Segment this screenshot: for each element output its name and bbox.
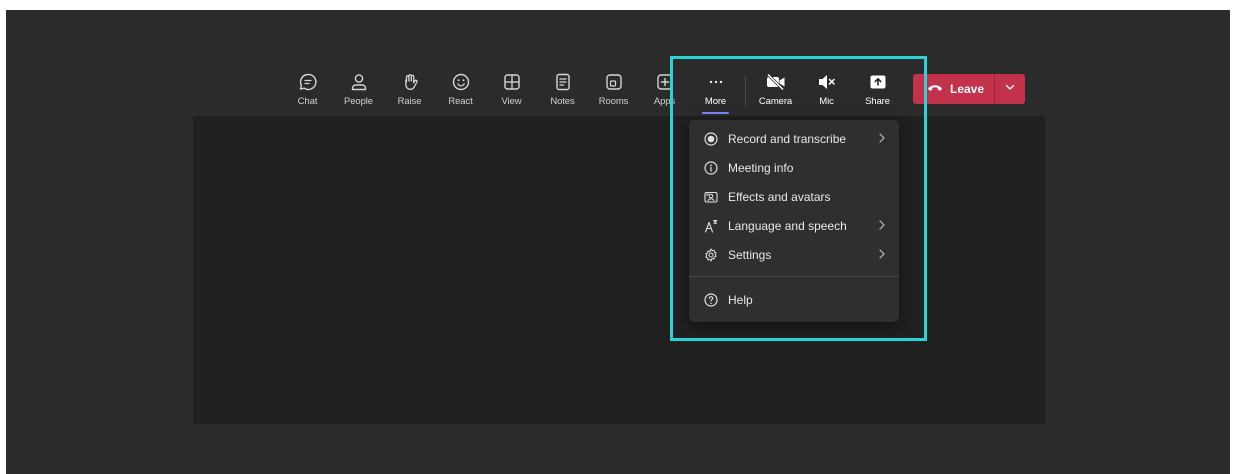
more-button[interactable]: More: [690, 68, 741, 114]
mic-label: Mic: [819, 96, 834, 107]
language-icon: [703, 218, 719, 234]
more-icon: [705, 71, 727, 93]
leave-button-group: Leave: [913, 74, 1026, 104]
menu-item-label: Settings: [728, 247, 772, 262]
meeting-toolbar: Chat People Raise React View Notes Rooms…: [282, 68, 903, 116]
menu-item-meeting-info[interactable]: Meeting info: [689, 153, 899, 182]
menu-item-label: Record and transcribe: [728, 131, 847, 146]
react-label: React: [448, 96, 473, 107]
view-button[interactable]: View: [486, 68, 537, 114]
menu-item-label: Meeting info: [728, 160, 794, 175]
chat-label: Chat: [297, 96, 318, 107]
share-label: Share: [865, 96, 890, 107]
camera-label: Camera: [758, 96, 793, 107]
leave-button[interactable]: Leave: [913, 74, 995, 104]
record-icon: [703, 131, 719, 147]
people-button[interactable]: People: [333, 68, 384, 114]
chevron-down-icon: [1004, 80, 1016, 98]
mic-muted-icon: [816, 71, 838, 93]
help-icon: [703, 292, 719, 308]
notes-button[interactable]: Notes: [537, 68, 588, 114]
more-label: More: [704, 96, 727, 107]
apps-button[interactable]: Apps: [639, 68, 690, 114]
menu-item-label: Effects and avatars: [728, 189, 831, 204]
toolbar-divider: [745, 76, 746, 106]
chevron-right-icon: [875, 247, 889, 261]
raise-hand-button[interactable]: Raise: [384, 68, 435, 114]
menu-item-record-and-transcribe[interactable]: Record and transcribe: [689, 124, 899, 153]
chat-icon: [297, 71, 319, 93]
more-menu: Record and transcribe Meeting info Effec…: [689, 120, 899, 322]
camera-button[interactable]: Camera: [750, 68, 801, 114]
people-label: People: [344, 96, 373, 107]
leave-options-dropdown[interactable]: [994, 74, 1026, 104]
raise-hand-icon: [399, 71, 421, 93]
menu-item-label: Language and speech: [728, 218, 847, 233]
effects-icon: [703, 189, 719, 205]
grid-view-icon: [501, 71, 523, 93]
menu-item-language-and-speech[interactable]: Language and speech: [689, 211, 899, 240]
people-icon: [348, 71, 370, 93]
notes-label: Notes: [550, 96, 575, 107]
hang-up-icon: [927, 82, 943, 96]
rooms-icon: [603, 71, 625, 93]
camera-off-icon: [765, 71, 787, 93]
emoji-icon: [450, 71, 472, 93]
share-screen-icon: [867, 71, 889, 93]
meeting-stage: [193, 116, 1045, 424]
chevron-right-icon: [875, 131, 889, 145]
leave-label: Leave: [950, 82, 985, 96]
apps-label: Apps: [653, 96, 676, 107]
chevron-right-icon: [875, 218, 889, 232]
mic-button[interactable]: Mic: [801, 68, 852, 114]
react-button[interactable]: React: [435, 68, 486, 114]
share-button[interactable]: Share: [852, 68, 903, 114]
chat-button[interactable]: Chat: [282, 68, 333, 114]
notes-icon: [552, 71, 574, 93]
rooms-label: Rooms: [598, 96, 629, 107]
gear-icon: [703, 247, 719, 263]
menu-divider: [689, 276, 899, 277]
rooms-button[interactable]: Rooms: [588, 68, 639, 114]
view-label: View: [501, 96, 522, 107]
menu-item-label: Help: [728, 292, 753, 307]
menu-item-help[interactable]: Help: [689, 285, 899, 314]
menu-item-effects-and-avatars[interactable]: Effects and avatars: [689, 182, 899, 211]
raise-label: Raise: [397, 96, 422, 107]
menu-item-settings[interactable]: Settings: [689, 240, 899, 269]
add-apps-icon: [654, 71, 676, 93]
info-icon: [703, 160, 719, 176]
